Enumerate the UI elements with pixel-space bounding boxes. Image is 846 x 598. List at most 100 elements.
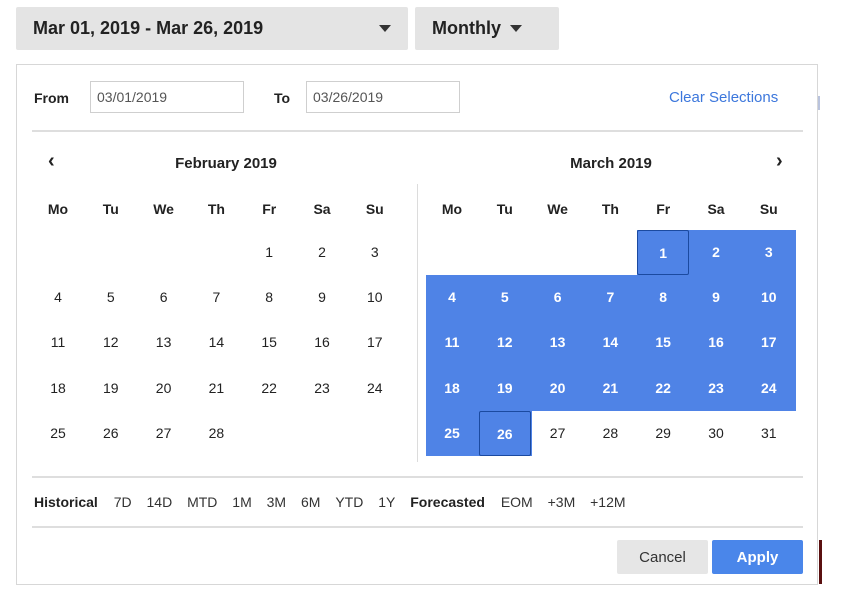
preset-1m[interactable]: 1M: [232, 494, 251, 510]
calendar-day[interactable]: 10: [349, 275, 401, 320]
calendar-day[interactable]: 13: [138, 320, 190, 365]
caret-down-icon: [379, 25, 391, 32]
calendar-day[interactable]: 27: [138, 411, 190, 456]
calendar-day[interactable]: 3: [743, 230, 795, 275]
calendar-day[interactable]: 1: [637, 230, 690, 275]
calendar-day[interactable]: 24: [349, 366, 401, 411]
calendar-day[interactable]: 8: [637, 275, 689, 320]
calendar-day[interactable]: 16: [296, 320, 348, 365]
calendar-day[interactable]: 12: [85, 320, 137, 365]
calendar-day[interactable]: 1: [243, 230, 295, 275]
historical-label: Historical: [34, 494, 98, 510]
weekday-header: Tu: [102, 201, 119, 217]
preset-3m[interactable]: 3M: [267, 494, 286, 510]
date-range-dropdown[interactable]: Mar 01, 2019 - Mar 26, 2019: [16, 7, 408, 50]
preset-mtd[interactable]: MTD: [187, 494, 217, 510]
calendar-day[interactable]: 17: [349, 320, 401, 365]
calendar-day[interactable]: 18: [426, 366, 478, 411]
calendar-day[interactable]: 23: [296, 366, 348, 411]
calendar-day[interactable]: 26: [478, 410, 531, 456]
to-date-input[interactable]: [306, 81, 460, 113]
calendar-day[interactable]: 15: [243, 320, 295, 365]
calendar-day[interactable]: 12: [479, 320, 531, 365]
calendar-day[interactable]: 20: [532, 366, 584, 411]
calendar-day[interactable]: 23: [690, 366, 742, 411]
calendar-day[interactable]: 22: [637, 366, 689, 411]
period-label: Monthly: [432, 18, 501, 38]
calendar-day[interactable]: 7: [584, 275, 636, 320]
weekday-header: Fr: [656, 201, 671, 217]
calendar-day[interactable]: 14: [190, 320, 242, 365]
weekday-header: Tu: [496, 201, 513, 217]
calendar-day[interactable]: 4: [426, 275, 478, 320]
calendar-day[interactable]: 6: [532, 275, 584, 320]
preset-plus-12m[interactable]: +12M: [590, 494, 625, 510]
calendar-day[interactable]: 30: [690, 411, 742, 456]
calendar-day[interactable]: 25: [32, 411, 84, 456]
calendar-day[interactable]: 27: [532, 411, 584, 456]
calendar-day[interactable]: 20: [138, 366, 190, 411]
calendar-day[interactable]: 26: [85, 411, 137, 456]
calendar-day[interactable]: 21: [584, 366, 636, 411]
calendar-day[interactable]: 9: [690, 275, 742, 320]
to-label: To: [274, 90, 291, 106]
background-edge: [818, 96, 820, 110]
weekday-header: Mo: [47, 201, 69, 217]
calendar-day[interactable]: 10: [743, 275, 795, 320]
calendar-day[interactable]: 18: [32, 366, 84, 411]
calendar-day[interactable]: 11: [32, 320, 84, 365]
prev-month-icon[interactable]: ‹: [48, 151, 55, 171]
cancel-button[interactable]: Cancel: [617, 540, 708, 574]
calendar-day[interactable]: 4: [32, 275, 84, 320]
caret-down-icon: [510, 25, 522, 32]
period-dropdown[interactable]: Monthly: [415, 7, 559, 50]
from-date-input[interactable]: [90, 81, 244, 113]
preset-14d[interactable]: 14D: [147, 494, 173, 510]
calendar-day[interactable]: 28: [584, 411, 636, 456]
calendar-day[interactable]: 2: [690, 230, 742, 275]
calendar-day[interactable]: 31: [743, 411, 795, 456]
background-edge: [819, 540, 822, 584]
calendar-day[interactable]: 19: [85, 366, 137, 411]
calendar-day[interactable]: 19: [479, 366, 531, 411]
calendar-day[interactable]: 13: [532, 320, 584, 365]
preset-7d[interactable]: 7D: [114, 494, 132, 510]
forecasted-label: Forecasted: [410, 494, 485, 510]
preset-1y[interactable]: 1Y: [378, 494, 395, 510]
calendar-day[interactable]: 25: [426, 411, 478, 456]
calendar-day[interactable]: 29: [637, 411, 689, 456]
calendar-day[interactable]: 5: [479, 275, 531, 320]
preset-eom[interactable]: EOM: [501, 494, 533, 510]
preset-bar: Historical 7D 14D MTD 1M 3M 6M YTD 1Y Fo…: [34, 494, 637, 510]
weekday-header: We: [547, 201, 568, 217]
calendar-day[interactable]: 2: [296, 230, 348, 275]
weekday-header: We: [153, 201, 174, 217]
calendar-day[interactable]: 7: [190, 275, 242, 320]
calendar-day[interactable]: 24: [743, 366, 795, 411]
divider: [32, 130, 803, 132]
calendar-day[interactable]: 22: [243, 366, 295, 411]
calendar-day[interactable]: 16: [690, 320, 742, 365]
calendar-day[interactable]: 14: [584, 320, 636, 365]
preset-plus-3m[interactable]: +3M: [548, 494, 576, 510]
calendar-day[interactable]: 21: [190, 366, 242, 411]
february-title: February 2019: [175, 155, 277, 172]
calendar-day[interactable]: 17: [743, 320, 795, 365]
weekday-header: Th: [601, 201, 619, 217]
next-month-icon[interactable]: ›: [776, 151, 783, 171]
date-range-label: Mar 01, 2019 - Mar 26, 2019: [33, 18, 264, 38]
calendar-day[interactable]: 6: [138, 275, 190, 320]
calendar-day[interactable]: 11: [426, 320, 478, 365]
apply-button[interactable]: Apply: [712, 540, 803, 574]
calendar-day[interactable]: 9: [296, 275, 348, 320]
preset-6m[interactable]: 6M: [301, 494, 320, 510]
clear-selections-link[interactable]: Clear Selections: [669, 89, 778, 106]
calendar-day[interactable]: 5: [85, 275, 137, 320]
preset-ytd[interactable]: YTD: [335, 494, 363, 510]
calendar-day[interactable]: 8: [243, 275, 295, 320]
calendar-day[interactable]: 3: [349, 230, 401, 275]
weekday-header: Th: [207, 201, 225, 217]
calendar-day[interactable]: 28: [190, 411, 242, 456]
weekday-header: Sa: [707, 201, 725, 217]
calendar-day[interactable]: 15: [637, 320, 689, 365]
